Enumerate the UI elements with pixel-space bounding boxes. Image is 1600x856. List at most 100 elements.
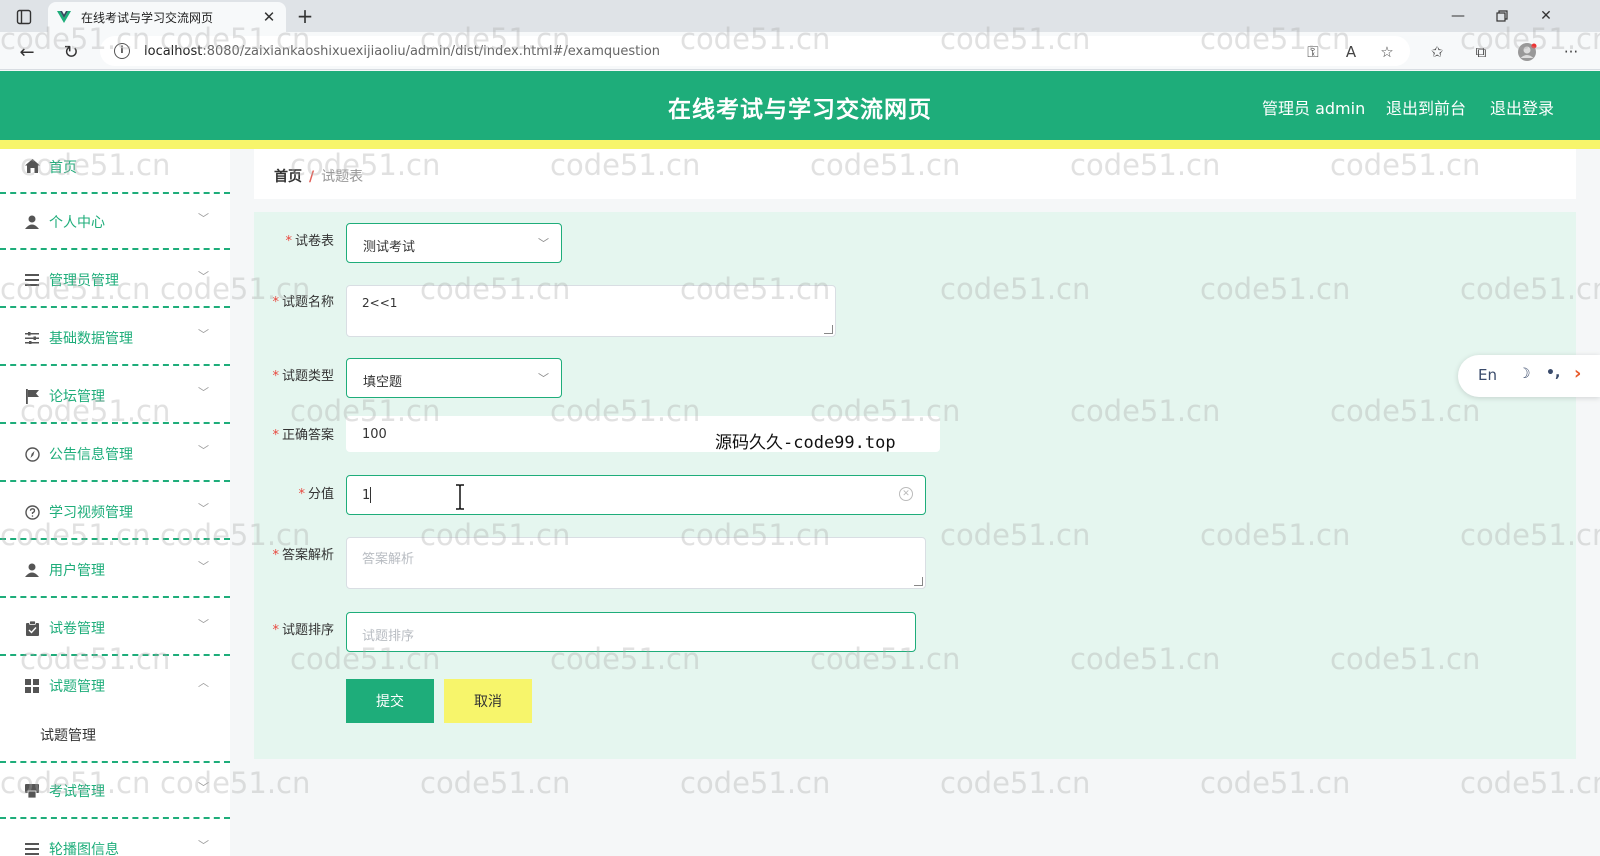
restore-icon[interactable] — [1480, 4, 1524, 28]
analysis-textarea[interactable]: 答案解析 — [346, 537, 926, 589]
paper-label: * 试卷表 — [285, 234, 334, 249]
breadcrumb-home[interactable]: 首页 — [274, 169, 302, 185]
reload-icon[interactable]: ↻ — [58, 39, 84, 65]
minimize-icon[interactable]: — — [1436, 4, 1480, 28]
url-field[interactable]: i localhost:8080/zaixiankaoshixuexijiaol… — [100, 36, 1410, 66]
sidebar-item-forum[interactable]: 论坛管理 ﹀ — [0, 368, 230, 424]
question-type-select[interactable]: 填空题 ﹀ — [346, 358, 562, 398]
chevron-down-icon: ﹀ — [198, 781, 209, 794]
sidebar-item-label: 学习视频管理 — [49, 505, 133, 521]
new-tab-icon[interactable]: + — [294, 4, 316, 28]
code51-watermark: code51.cn — [420, 766, 571, 800]
submit-button[interactable]: 提交 — [346, 679, 434, 723]
translator-widget[interactable]: En ☽ •, › — [1458, 355, 1600, 397]
sidebar-item-exam[interactable]: 考试管理 ﹀ — [0, 763, 230, 819]
sidebar-item-label: 轮播图信息 — [49, 842, 119, 856]
app-header: 在线考试与学习交流网页 管理员 admin 退出到前台 退出登录 — [0, 71, 1600, 140]
answer-value: 100 — [362, 427, 387, 442]
sidebar-item-personal-center[interactable]: 个人中心 ﹀ — [0, 194, 230, 250]
clipboard-icon — [24, 620, 40, 636]
collections-icon[interactable]: ⧉ — [1470, 41, 1492, 63]
question-name-label: * 试题名称 — [272, 295, 334, 310]
profile-avatar-icon[interactable] — [1516, 41, 1538, 63]
resize-handle-icon[interactable] — [914, 577, 923, 586]
sidebar-item-question[interactable]: 试题管理 ︿ — [0, 658, 230, 714]
window-close-icon[interactable]: ✕ — [1524, 4, 1568, 28]
logout-link[interactable]: 退出登录 — [1490, 95, 1554, 119]
order-input[interactable]: 试题排序 — [346, 612, 916, 652]
sidebar-item-label: 公告信息管理 — [49, 447, 133, 463]
chevron-right-icon[interactable]: › — [1574, 363, 1581, 384]
code51-watermark: code51.cn — [1460, 766, 1600, 800]
chevron-down-icon: ﹀ — [198, 444, 209, 457]
question-type-label: * 试题类型 — [272, 369, 334, 384]
sidebar-item-carousel[interactable]: 轮播图信息 ﹀ — [0, 821, 230, 856]
grid-icon — [24, 678, 40, 694]
question-name-value: 2<<1 — [362, 296, 398, 310]
read-aloud-icon[interactable]: A — [1340, 41, 1362, 63]
sidebar-item-label: 用户管理 — [49, 563, 105, 579]
sliders-icon — [24, 330, 40, 346]
sidebar-item-user[interactable]: 用户管理 ﹀ — [0, 542, 230, 598]
resize-handle-icon[interactable] — [824, 325, 833, 334]
sidebar-item-label: 试题管理 — [49, 679, 105, 695]
translator-language[interactable]: En — [1478, 366, 1497, 384]
sidebar-item-home[interactable]: 首页 — [0, 149, 230, 194]
code51-watermark: code51.cn — [680, 766, 831, 800]
sidebar-item-label: 论坛管理 — [49, 389, 105, 405]
admin-user-label: 管理员 admin — [1262, 99, 1366, 118]
url-path: :8080/zaixiankaoshixuexijiaoliu/admin/di… — [202, 43, 661, 59]
clear-input-icon[interactable]: ✕ — [899, 487, 913, 501]
sidebar-item-exam-paper[interactable]: 试卷管理 ﹀ — [0, 600, 230, 656]
chevron-down-icon: ﹀ — [198, 212, 209, 225]
paper-select[interactable]: 测试考试 ﹀ — [346, 223, 562, 263]
sidebar-item-label: 考试管理 — [49, 784, 105, 800]
favorites-icon[interactable]: ✩ — [1426, 41, 1448, 63]
sidebar-item-notice[interactable]: 公告信息管理 ﹀ — [0, 426, 230, 482]
score-input[interactable]: 1 ✕ — [346, 475, 926, 515]
to-front-link[interactable]: 退出到前台 — [1386, 95, 1466, 119]
analysis-label: * 答案解析 — [272, 548, 334, 563]
printer-icon — [24, 783, 40, 799]
breadcrumb-bar: 首页 / 试题表 — [254, 149, 1576, 199]
chevron-down-icon: ﹀ — [198, 386, 209, 399]
site-info-icon[interactable]: i — [114, 43, 130, 59]
breadcrumb-separator: / — [309, 169, 315, 185]
chevron-down-icon: ﹀ — [538, 372, 549, 385]
question-name-textarea[interactable]: 2<<1 — [346, 285, 836, 337]
analysis-placeholder: 答案解析 — [362, 552, 415, 567]
cancel-button[interactable]: 取消 — [444, 679, 532, 723]
chevron-down-icon: ﹀ — [538, 237, 549, 250]
answer-label: * 正确答案 — [272, 428, 334, 443]
quote-icon[interactable]: •, — [1546, 365, 1560, 381]
add-favorite-icon[interactable]: ☆ — [1376, 41, 1398, 63]
sidebar-item-basic-data[interactable]: 基础数据管理 ﹀ — [0, 310, 230, 366]
home-icon — [24, 158, 40, 174]
paper-select-value: 测试考试 — [363, 240, 416, 255]
browser-tab[interactable]: 在线考试与学习交流网页 ✕ — [48, 2, 286, 32]
code51-watermark: code51.cn — [1200, 766, 1351, 800]
sidebar-subitem-question-management[interactable]: 试题管理 — [0, 707, 230, 763]
sidebar-item-label: 个人中心 — [49, 215, 105, 231]
key-icon[interactable]: ⚿ — [1302, 41, 1324, 63]
back-arrow-icon[interactable]: ← — [14, 39, 40, 65]
breadcrumb-current: 试题表 — [321, 169, 364, 185]
sidebar-subitem-label: 试题管理 — [40, 728, 96, 744]
compass-icon — [24, 446, 40, 462]
tab-close-icon[interactable]: ✕ — [260, 8, 278, 26]
more-menu-icon[interactable]: ··· — [1560, 41, 1582, 63]
moon-icon[interactable]: ☽ — [1518, 366, 1531, 382]
chevron-down-icon: ﹀ — [198, 502, 209, 515]
text-caret — [370, 487, 371, 503]
header-accent-stripe — [0, 140, 1600, 149]
sidebar-item-label: 管理员管理 — [49, 273, 119, 289]
flag-icon — [24, 388, 40, 404]
sidebar-item-admin-management[interactable]: 管理员管理 ﹀ — [0, 252, 230, 308]
browser-address-bar: ← ↻ i localhost:8080/zaixiankaoshixuexij… — [0, 32, 1600, 70]
question-form: * 试卷表 测试考试 ﹀ * 试题名称 2<<1 * 试题类型 填空题 ﹀ * 正确答案… — [254, 212, 1576, 759]
tab-actions-icon[interactable] — [13, 6, 35, 28]
question-type-value: 填空题 — [363, 375, 403, 390]
user-icon — [24, 562, 40, 578]
sidebar-item-label: 首页 — [49, 160, 77, 176]
sidebar-item-video[interactable]: 学习视频管理 ﹀ — [0, 484, 230, 540]
